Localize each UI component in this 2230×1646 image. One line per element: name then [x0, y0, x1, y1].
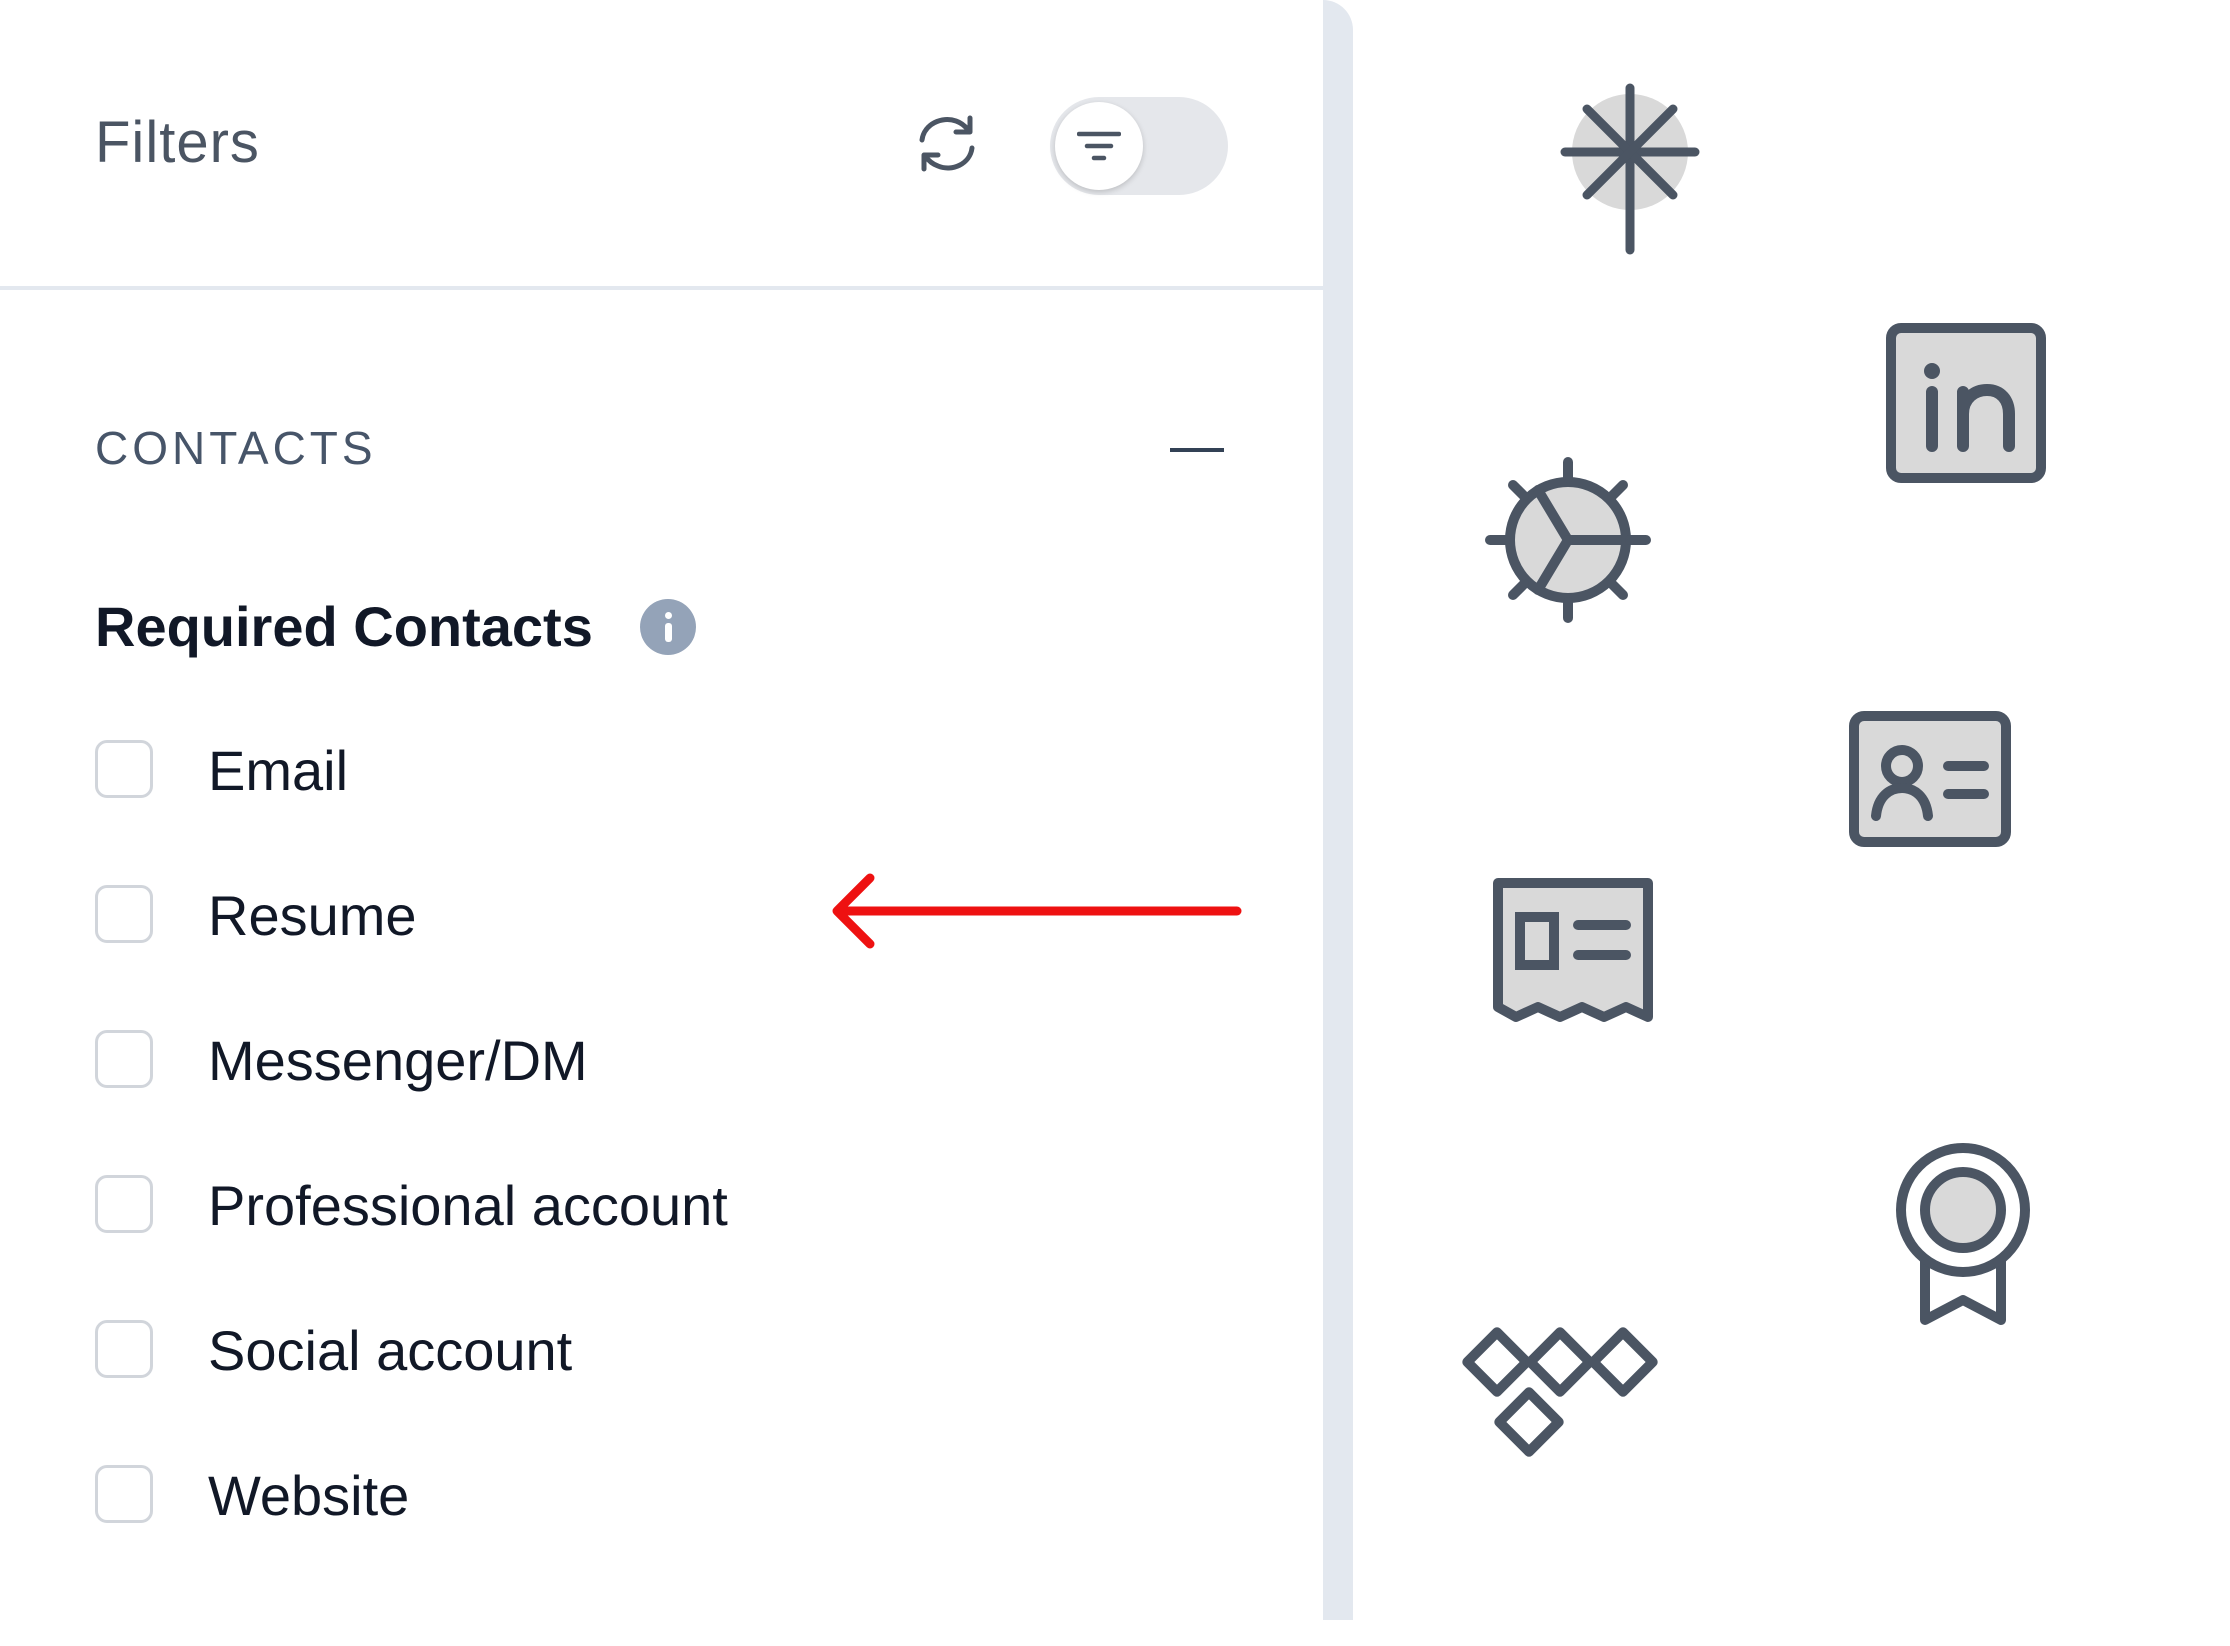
contact-card-icon [1848, 710, 2012, 853]
filters-title: Filters [95, 110, 260, 175]
option-label: Social account [208, 1319, 573, 1382]
award-ribbon-icon [1893, 1140, 2033, 1335]
messenger-checkbox[interactable] [95, 1030, 153, 1088]
linkedin-icon [1885, 322, 2049, 491]
professional-account-checkbox[interactable] [95, 1175, 153, 1233]
diamond-pattern-icon [1460, 1325, 1660, 1470]
dribbble-sun-icon [1478, 450, 1658, 635]
option-label: Professional account [208, 1174, 728, 1237]
option-email[interactable]: Email [95, 738, 995, 808]
collapse-section-button[interactable] [1170, 430, 1224, 470]
option-social-account[interactable]: Social account [95, 1318, 995, 1388]
option-professional-account[interactable]: Professional account [95, 1173, 995, 1243]
filter-lines-icon [1077, 131, 1121, 161]
option-label: Messenger/DM [208, 1029, 588, 1092]
contacts-section-title: CONTACTS [95, 422, 377, 474]
toggle-knob[interactable] [1055, 102, 1143, 190]
info-icon[interactable] [640, 599, 696, 655]
refresh-icon [919, 115, 975, 172]
option-label: Resume [208, 884, 417, 947]
option-website[interactable]: Website [95, 1463, 995, 1533]
sparkle-icon [1555, 80, 1705, 265]
social-account-checkbox[interactable] [95, 1320, 153, 1378]
option-label: Email [208, 739, 349, 802]
filters-panel: Filters CONTACTS Required Contacts Email… [0, 0, 1353, 1620]
option-messenger[interactable]: Messenger/DM [95, 1028, 995, 1098]
filters-header: Filters [0, 0, 1323, 290]
resume-document-icon [1490, 875, 1656, 1030]
filter-toggle[interactable] [1050, 97, 1228, 195]
required-contacts-title: Required Contacts [95, 595, 593, 658]
email-checkbox[interactable] [95, 740, 153, 798]
annotation-arrow [832, 873, 1242, 949]
reset-filters-button[interactable] [912, 108, 982, 178]
resume-checkbox[interactable] [95, 885, 153, 943]
website-checkbox[interactable] [95, 1465, 153, 1523]
option-label: Website [208, 1464, 410, 1527]
